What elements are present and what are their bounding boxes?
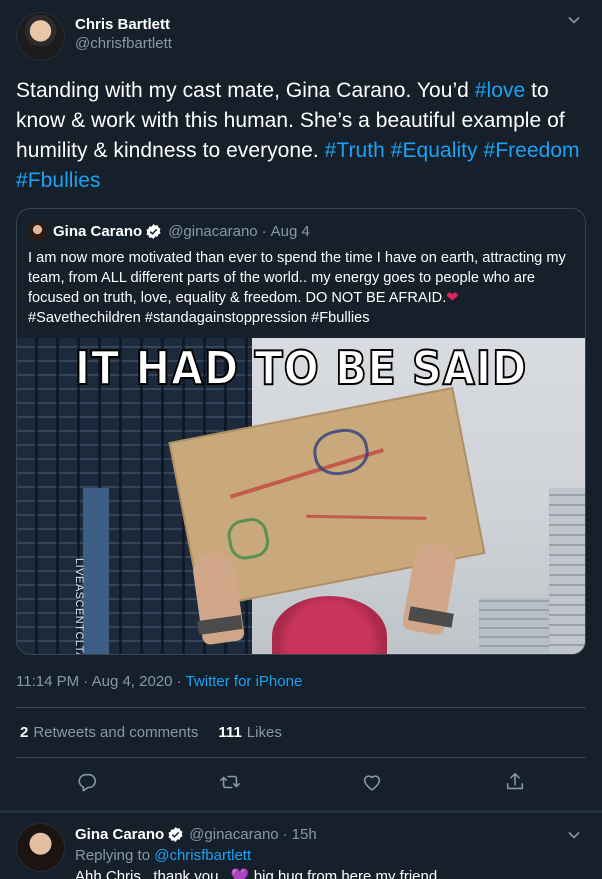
verified-badge-icon — [168, 826, 183, 842]
replying-label: Replying to — [75, 847, 155, 864]
replying-to-link[interactable]: @chrisfbartlett — [154, 847, 251, 864]
building-right — [549, 488, 585, 654]
hashtag-link[interactable]: #Equality — [391, 139, 478, 162]
share-icon[interactable] — [504, 771, 526, 793]
author-handle[interactable]: @chrisfbartlett — [75, 34, 172, 53]
tweet-text: Standing with my cast mate, Gina Carano.… — [16, 76, 586, 196]
purple-heart-emoji: 💜 — [230, 868, 250, 879]
tweet-source-link[interactable]: Twitter for iPhone — [186, 673, 303, 690]
pink-hat — [272, 596, 387, 654]
main-tweet: Chris Bartlett @chrisfbartlett Standing … — [0, 0, 602, 695]
author-name[interactable]: Chris Bartlett — [75, 15, 172, 34]
tweet-timestamp: 11:14 PM · Aug 4, 2020 · Twitter for iPh… — [16, 669, 586, 695]
retweet-icon[interactable] — [219, 771, 241, 793]
reply-text-part: Ahh Chris.. thank you.. — [75, 868, 231, 879]
replying-to: Replying to @chrisfbartlett — [75, 845, 586, 866]
quoted-hashtags: #Savethechildren #standagainstoppression… — [28, 310, 370, 326]
reply-author-name[interactable]: Gina Carano — [75, 826, 164, 843]
reply-handle[interactable]: @ginacarano — [189, 826, 278, 843]
retweets-label: Retweets and comments — [33, 724, 199, 741]
tweet-stats: 2 Retweets and comments 111 Likes — [16, 708, 586, 757]
reply-content: Gina Carano @ginacarano · 15h Replying t… — [75, 823, 586, 879]
verified-badge-icon — [146, 223, 161, 239]
quoted-dot: · — [261, 222, 267, 240]
retweets-count: 2 — [20, 724, 29, 741]
building-sign: LIVEASCENTCLTA — [73, 488, 109, 654]
hashtag-link[interactable]: #Truth — [325, 139, 385, 162]
reply-text-part: big hug from here my friend. — [249, 868, 442, 879]
quoted-tweet-header: Gina Carano @ginacarano · Aug 4 — [17, 209, 585, 243]
like-icon[interactable] — [361, 771, 383, 793]
timestamp-time[interactable]: 11:14 PM · Aug 4, 2020 · — [16, 673, 186, 690]
likes-label: Likes — [246, 724, 282, 741]
author-block: Chris Bartlett @chrisfbartlett — [75, 15, 172, 53]
meme-caption: IT HAD TO BE SAID — [74, 341, 528, 395]
reply-icon[interactable] — [76, 771, 98, 793]
quoted-tweet[interactable]: Gina Carano @ginacarano · Aug 4 I am now… — [16, 208, 586, 655]
quoted-date: Aug 4 — [270, 222, 310, 240]
building-right-low — [479, 598, 549, 654]
quoted-handle: @ginacarano — [168, 222, 258, 240]
building-text: LIVEASCENTCLTA — [73, 558, 85, 654]
tweet-actions — [16, 758, 586, 806]
red-heart-emoji: ❤ — [446, 290, 459, 306]
chevron-down-icon[interactable] — [566, 12, 582, 28]
likes-count: 111 — [218, 724, 242, 741]
quoted-body: I am now more motivated than ever to spe… — [28, 250, 566, 306]
quoted-author-name: Gina Carano — [53, 222, 143, 240]
reply-dot: · — [282, 825, 288, 843]
quoted-image[interactable]: LIVEASCENTCLTA IT HAD TO BE SAID — [17, 338, 585, 654]
reply-avatar[interactable] — [16, 823, 65, 872]
likes-stat[interactable]: 111 Likes — [218, 724, 281, 741]
reply-header: Gina Carano @ginacarano · 15h — [75, 823, 586, 845]
retweets-stat[interactable]: 2 Retweets and comments — [20, 724, 198, 741]
quoted-avatar — [28, 221, 47, 241]
tweet-text-part: Standing with my cast mate, Gina Carano.… — [16, 79, 475, 102]
reply-time[interactable]: 15h — [292, 826, 317, 843]
hashtag-link[interactable]: #Fbullies — [16, 169, 101, 192]
hashtag-link[interactable]: #Freedom — [483, 139, 579, 162]
quoted-text: I am now more motivated than ever to spe… — [17, 243, 585, 338]
chevron-down-icon[interactable] — [566, 827, 582, 843]
tweet-header: Chris Bartlett @chrisfbartlett — [16, 0, 586, 68]
reply-text: Ahh Chris.. thank you.. 💜 big hug from h… — [75, 866, 586, 879]
avatar[interactable] — [16, 11, 65, 61]
reply-tweet[interactable]: Gina Carano @ginacarano · 15h Replying t… — [0, 813, 602, 879]
hashtag-link[interactable]: #love — [475, 79, 525, 102]
